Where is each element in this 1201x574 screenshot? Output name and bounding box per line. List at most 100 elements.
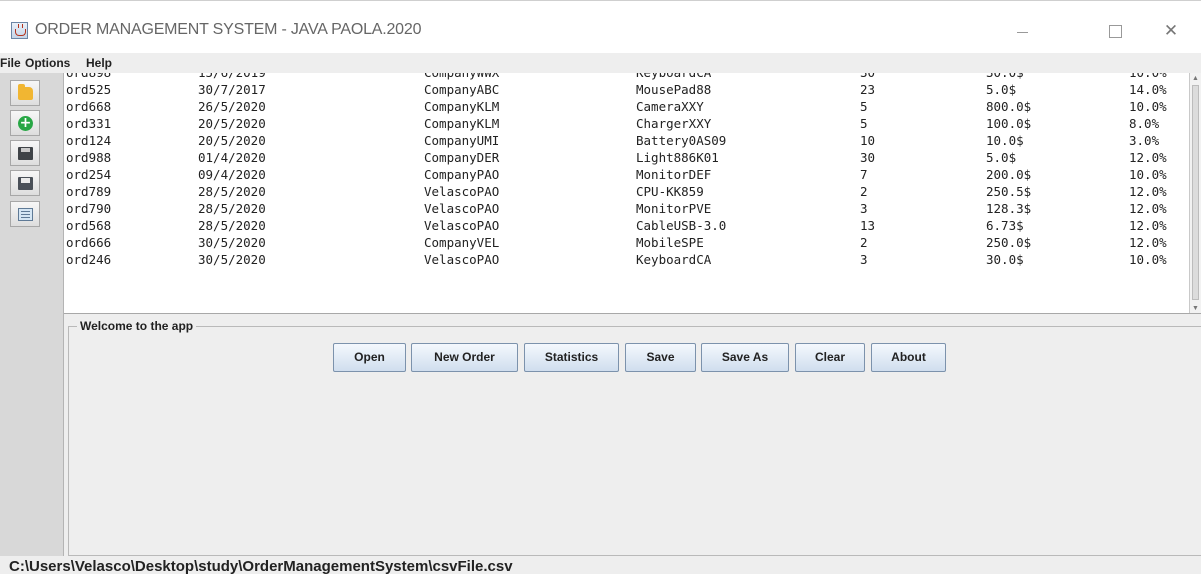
scroll-up-icon[interactable]: ▲ <box>1192 74 1199 83</box>
table-cell: CableUSB-3.0 <box>636 218 727 233</box>
table-cell: 10.0% <box>1129 252 1167 267</box>
table-cell: 30/5/2020 <box>198 235 266 250</box>
table-cell: ord568 <box>66 218 112 233</box>
scroll-down-icon[interactable]: ▼ <box>1192 304 1199 313</box>
save-as-button[interactable]: Save As <box>701 343 789 372</box>
menu-options[interactable]: Options <box>25 56 70 70</box>
table-cell: Battery0AS09 <box>636 133 727 148</box>
table-cell: 10.0% <box>1129 167 1167 182</box>
window-title: ORDER MANAGEMENT SYSTEM - JAVA PAOLA.202… <box>35 21 422 38</box>
table-cell: KeyboardCA <box>636 252 712 267</box>
table-cell: 2 <box>860 184 868 199</box>
save-button[interactable]: Save <box>625 343 696 372</box>
table-cell: 26/5/2020 <box>198 99 266 114</box>
table-cell: 30/7/2017 <box>198 82 266 97</box>
status-bar: C:\Users\Velasco\Desktop\study\OrderMana… <box>0 556 1201 574</box>
side-toolbar: + <box>0 73 64 574</box>
statistics-button[interactable]: Statistics <box>524 343 619 372</box>
menu-help[interactable]: Help <box>86 56 112 70</box>
table-cell: 12.0% <box>1129 201 1167 216</box>
minimize-button[interactable] <box>1000 14 1046 48</box>
table-cell: ord898 <box>66 73 111 81</box>
table-cell: ord331 <box>66 116 112 131</box>
table-cell: 10 <box>860 133 876 148</box>
table-cell: MobileSPE <box>636 235 704 250</box>
table-cell: ord789 <box>66 184 112 199</box>
table-cell: CompanyPAO <box>424 167 500 182</box>
table-cell: VelascoPAO <box>424 184 500 199</box>
table-cell: 01/4/2020 <box>198 150 266 165</box>
about-button[interactable]: About <box>871 343 946 372</box>
table-row[interactable]: ord124 20/5/2020 CompanyUMI Battery0AS09 10 1… <box>64 132 1189 149</box>
clear-button[interactable]: Clear <box>795 343 865 372</box>
open-button[interactable]: Open <box>333 343 406 372</box>
new-order-tool-button[interactable]: + <box>10 110 40 136</box>
table-row[interactable]: ord668 26/5/2020 CompanyKLM CameraXXY 5 800.0… <box>64 98 1189 115</box>
table-cell: 200.0$ <box>986 167 1032 182</box>
statistics-tool-button[interactable] <box>10 201 40 227</box>
add-circle-icon: + <box>18 115 33 131</box>
open-tool-button[interactable] <box>10 80 40 106</box>
table-cell: ord124 <box>66 133 112 148</box>
table-cell: VelascoPAO <box>424 201 500 216</box>
save-as-tool-button[interactable] <box>10 170 40 196</box>
table-cell: CompanyVEL <box>424 235 500 250</box>
title-bar: ORDER MANAGEMENT SYSTEM - JAVA PAOLA.202… <box>0 0 1201 53</box>
folder-open-icon <box>18 84 33 100</box>
save-tool-button[interactable] <box>10 140 40 166</box>
table-cell: CameraXXY <box>636 99 704 114</box>
table-cell: KeyboardCA <box>636 73 711 81</box>
table-cell: CompanyABC <box>424 82 500 97</box>
table-cell: 5 <box>860 116 868 131</box>
maximize-button[interactable] <box>1092 14 1138 48</box>
table-cell: MonitorDEF <box>636 167 712 182</box>
java-app-icon <box>11 22 28 39</box>
table-row[interactable]: ord254 09/4/2020 CompanyPAO MonitorDEF 7 200.… <box>64 166 1189 183</box>
table-row[interactable]: ord666 30/5/2020 CompanyVEL MobileSPE 2 250.0… <box>64 234 1189 251</box>
table-cell: 20/5/2020 <box>198 116 266 131</box>
table-row[interactable]: ord898 15/6/2019 CompanyWWX KeyboardCA 30 30.… <box>64 73 1189 81</box>
table-cell: 2 <box>860 235 868 250</box>
table-cell: 15/6/2019 <box>198 73 266 81</box>
table-row[interactable]: ord789 28/5/2020 VelascoPAO CPU-KK859 2 250.5… <box>64 183 1189 200</box>
table-row[interactable]: ord525 30/7/2017 CompanyABC MousePad88 23 5.0… <box>64 81 1189 98</box>
table-cell: 800.0$ <box>986 99 1032 114</box>
table-cell: 30 <box>860 150 876 165</box>
new-order-button[interactable]: New Order <box>411 343 518 372</box>
file-path-label: C:\Users\Velasco\Desktop\study\OrderMana… <box>9 558 513 574</box>
table-cell: 128.3$ <box>986 201 1032 216</box>
table-cell: 12.0% <box>1129 218 1167 233</box>
table-vertical-scrollbar[interactable]: ▲ ▼ <box>1189 73 1201 313</box>
table-cell: 12.0% <box>1129 235 1167 250</box>
table-cell: 250.0$ <box>986 235 1032 250</box>
table-cell: 3 <box>860 252 868 267</box>
orders-table[interactable]: ord898 15/6/2019 CompanyWWX KeyboardCA 30 30.… <box>64 73 1201 314</box>
table-cell: 30/5/2020 <box>198 252 266 267</box>
table-row[interactable]: ord246 30/5/2020 VelascoPAO KeyboardCA 3 30.0… <box>64 251 1189 268</box>
scroll-thumb[interactable] <box>1192 85 1199 300</box>
table-cell: CPU-KK859 <box>636 184 704 199</box>
table-cell: 3 <box>860 201 868 216</box>
table-cell: 250.5$ <box>986 184 1032 199</box>
table-cell: Light886K01 <box>636 150 719 165</box>
table-row[interactable]: ord988 01/4/2020 CompanyDER Light886K01 30 5.… <box>64 149 1189 166</box>
table-cell: 28/5/2020 <box>198 184 266 199</box>
table-row[interactable]: ord790 28/5/2020 VelascoPAO MonitorPVE 3 128.… <box>64 200 1189 217</box>
table-cell: ord254 <box>66 167 112 182</box>
close-button[interactable]: ✕ <box>1148 14 1194 48</box>
menu-file[interactable]: File <box>0 56 21 70</box>
table-cell: CompanyUMI <box>424 133 500 148</box>
table-cell: 30.0$ <box>986 252 1024 267</box>
table-cell: CompanyKLM <box>424 116 500 131</box>
table-cell: CompanyDER <box>424 150 500 165</box>
menu-bar: File Options Help <box>0 53 1201 73</box>
table-cell: CompanyKLM <box>424 99 500 114</box>
table-cell: 28/5/2020 <box>198 201 266 216</box>
table-cell: VelascoPAO <box>424 252 500 267</box>
table-cell: 7 <box>860 167 868 182</box>
table-cell: ord988 <box>66 150 112 165</box>
table-row[interactable]: ord568 28/5/2020 VelascoPAO CableUSB-3.0 13 6… <box>64 217 1189 234</box>
table-cell: 8.0% <box>1129 116 1160 131</box>
statistics-icon <box>18 208 33 221</box>
table-row[interactable]: ord331 20/5/2020 CompanyKLM ChargerXXY 5 100.… <box>64 115 1189 132</box>
